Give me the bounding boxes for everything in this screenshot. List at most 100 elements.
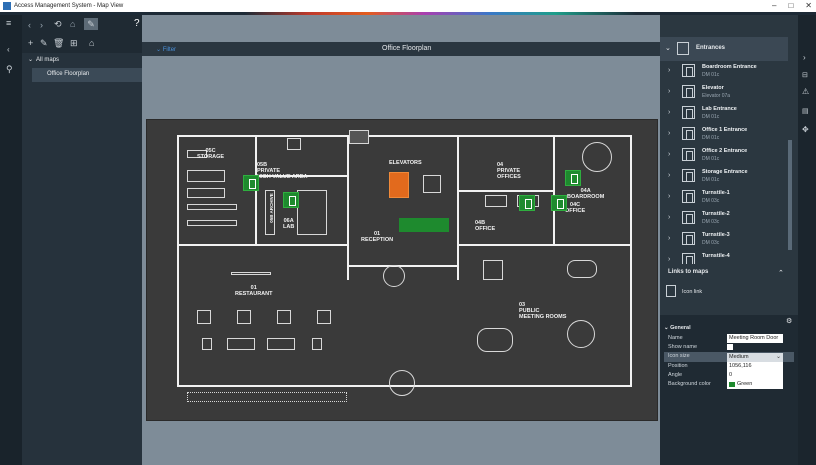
- door-marker-lab[interactable]: [283, 192, 299, 208]
- prop-bg-color-label: Background color: [668, 381, 711, 387]
- minimize-button[interactable]: –: [772, 0, 776, 12]
- back-icon[interactable]: ‹: [28, 21, 31, 30]
- entrance-item[interactable]: › Office 2 Entrance DM 01c: [660, 145, 788, 166]
- entrance-sub: DM 01c: [702, 114, 720, 120]
- entrance-item[interactable]: › Office 1 Entrance DM 01c: [660, 124, 788, 145]
- plant: [349, 130, 369, 144]
- home-map-icon[interactable]: ⌂: [89, 39, 94, 48]
- edit-mode-icon[interactable]: ✎: [84, 18, 98, 30]
- room-elevators-label: ELEVATORS: [389, 160, 422, 166]
- entrance-item[interactable]: › Elevator Elevator 07a: [660, 82, 788, 103]
- entrances-header[interactable]: ⌄ Entrances: [660, 37, 788, 61]
- delete-icon[interactable]: 🗑: [53, 39, 64, 48]
- room-storage-label: 05C STORAGE: [197, 148, 225, 160]
- wall-segment: [457, 244, 632, 246]
- properties-section[interactable]: ⌄ General: [664, 325, 691, 331]
- room-office-b-label: 04B OFFICE: [475, 220, 496, 232]
- entrance-sub: DM 03c: [702, 240, 720, 246]
- refresh-icon[interactable]: ⟲: [54, 20, 62, 29]
- events-icon[interactable]: ▤: [802, 107, 809, 116]
- door-icon: [682, 169, 695, 182]
- menu-icon[interactable]: ≡: [6, 19, 11, 28]
- map-layers-icon[interactable]: ⊟: [802, 71, 808, 80]
- bg-color-select[interactable]: Green: [727, 380, 783, 389]
- maximize-button[interactable]: □: [788, 0, 793, 12]
- close-button[interactable]: ✕: [805, 0, 812, 12]
- entrance-item[interactable]: › Turnstile-3 DM 03c: [660, 229, 788, 250]
- cabinet: [287, 138, 301, 150]
- elevator-icon[interactable]: [389, 172, 409, 198]
- counter: [231, 272, 271, 275]
- entrance-item[interactable]: › Turnstile-2 DM 03c: [660, 208, 788, 229]
- stairs: [423, 175, 441, 193]
- entrance-item[interactable]: › Turnstile-4: [660, 250, 788, 264]
- wall-segment: [347, 135, 349, 280]
- turnstiles[interactable]: [399, 218, 449, 232]
- alarm-icon[interactable]: ⚠: [802, 87, 809, 96]
- elevator-icon: [682, 85, 695, 98]
- door-marker-office-2[interactable]: [551, 195, 567, 211]
- prop-angle-label: Angle: [668, 372, 683, 378]
- room-archive-label: 05B ARCHIVE: [268, 193, 274, 223]
- help-button[interactable]: ?: [134, 19, 140, 29]
- door-marker-storage[interactable]: [243, 175, 259, 191]
- entrance-sub: Elevator 07a: [702, 93, 731, 99]
- door-marker-office-1[interactable]: [519, 195, 535, 211]
- desk: [485, 195, 507, 207]
- floorplan: 05C STORAGE 05B PRIVATE HIGH VALUE AREA …: [146, 119, 658, 421]
- entrance-item[interactable]: › Storage Entrance DM 01c: [660, 166, 788, 187]
- turnstile-icon: [682, 253, 695, 264]
- chevron-down-icon: ⌄: [28, 57, 34, 63]
- room-private-high-value-label: 05B PRIVATE HIGH VALUE AREA: [257, 162, 308, 180]
- chevron-right-icon: ›: [668, 193, 671, 200]
- pencil-icon[interactable]: ✎: [40, 39, 48, 48]
- entrance-sub: DM 03c: [702, 219, 720, 225]
- seating-row: [187, 392, 347, 402]
- entrance-name: Storage Entrance: [702, 169, 748, 175]
- collapse-left-icon[interactable]: ‹: [7, 45, 10, 54]
- angle-input[interactable]: 0: [727, 371, 783, 380]
- door-icon: [682, 106, 695, 119]
- tree-item-office-floorplan[interactable]: Office Floorplan: [32, 68, 142, 82]
- shelf: [187, 188, 225, 198]
- map-tools-icon[interactable]: ⊞: [70, 39, 78, 48]
- prop-icon-size-label: Icon size: [668, 353, 690, 359]
- scrollbar[interactable]: [788, 140, 792, 250]
- room-office-c-label: 04C OFFICE: [565, 202, 586, 214]
- right-rail: › ⊟ ⚠ ▤ ✥: [798, 15, 816, 465]
- filter-label: Filter: [162, 47, 177, 53]
- prop-position-label: Position: [668, 363, 688, 369]
- navigate-icon[interactable]: ✥: [802, 125, 809, 134]
- properties-section-label: General: [670, 325, 691, 331]
- entrance-item[interactable]: › Boardroom Entrance DM 01c: [660, 61, 788, 82]
- filter-button[interactable]: ⌄ Filter: [156, 46, 176, 53]
- door-marker-boardroom[interactable]: [565, 170, 581, 186]
- settings-icon[interactable]: ⚙: [786, 317, 792, 325]
- icon-size-select[interactable]: Medium: [727, 353, 783, 362]
- expand-right-icon[interactable]: ›: [803, 53, 806, 62]
- map-canvas[interactable]: ⌄ Filter Office Floorplan 05C STORAGE 05…: [142, 15, 660, 465]
- properties-panel: ⚙ ⌄ General Name Meeting Room Door Show …: [660, 315, 798, 465]
- entrance-name: Turnstile-4: [702, 253, 730, 259]
- position-input[interactable]: 1056,116: [727, 362, 783, 371]
- icon-link-item[interactable]: Icon link: [664, 283, 788, 301]
- forward-icon[interactable]: ›: [40, 21, 43, 30]
- show-name-checkbox[interactable]: [727, 344, 733, 350]
- map-pin-icon[interactable]: ⚲: [6, 65, 13, 74]
- table: [202, 338, 212, 350]
- chevron-down-icon: ⌄: [665, 45, 671, 52]
- map-title: Office Floorplan: [382, 45, 432, 52]
- entrance-sub: DM 01c: [702, 177, 720, 183]
- home-icon[interactable]: ⌂: [70, 20, 75, 29]
- room-reception-label: 01 RECEPTION: [361, 231, 394, 243]
- room-boardroom-label: 04A BOARDROOM: [567, 188, 605, 200]
- toolbar: ‹ › ⟲ ⌂ ✎ ? + ✎ 🗑 ⊞ ⌂: [22, 15, 142, 53]
- collapse-up-icon[interactable]: ⌃: [778, 269, 784, 277]
- entrance-sub: DM 03c: [702, 198, 720, 204]
- turnstile-icon: [682, 190, 695, 203]
- prop-name-input[interactable]: Meeting Room Door: [727, 334, 783, 343]
- entrance-item[interactable]: › Turnstile-1 DM 03c: [660, 187, 788, 208]
- tree-root[interactable]: ⌄ All maps: [28, 56, 59, 63]
- add-icon[interactable]: +: [28, 39, 33, 48]
- entrance-item[interactable]: › Lab Entrance DM 01c: [660, 103, 788, 124]
